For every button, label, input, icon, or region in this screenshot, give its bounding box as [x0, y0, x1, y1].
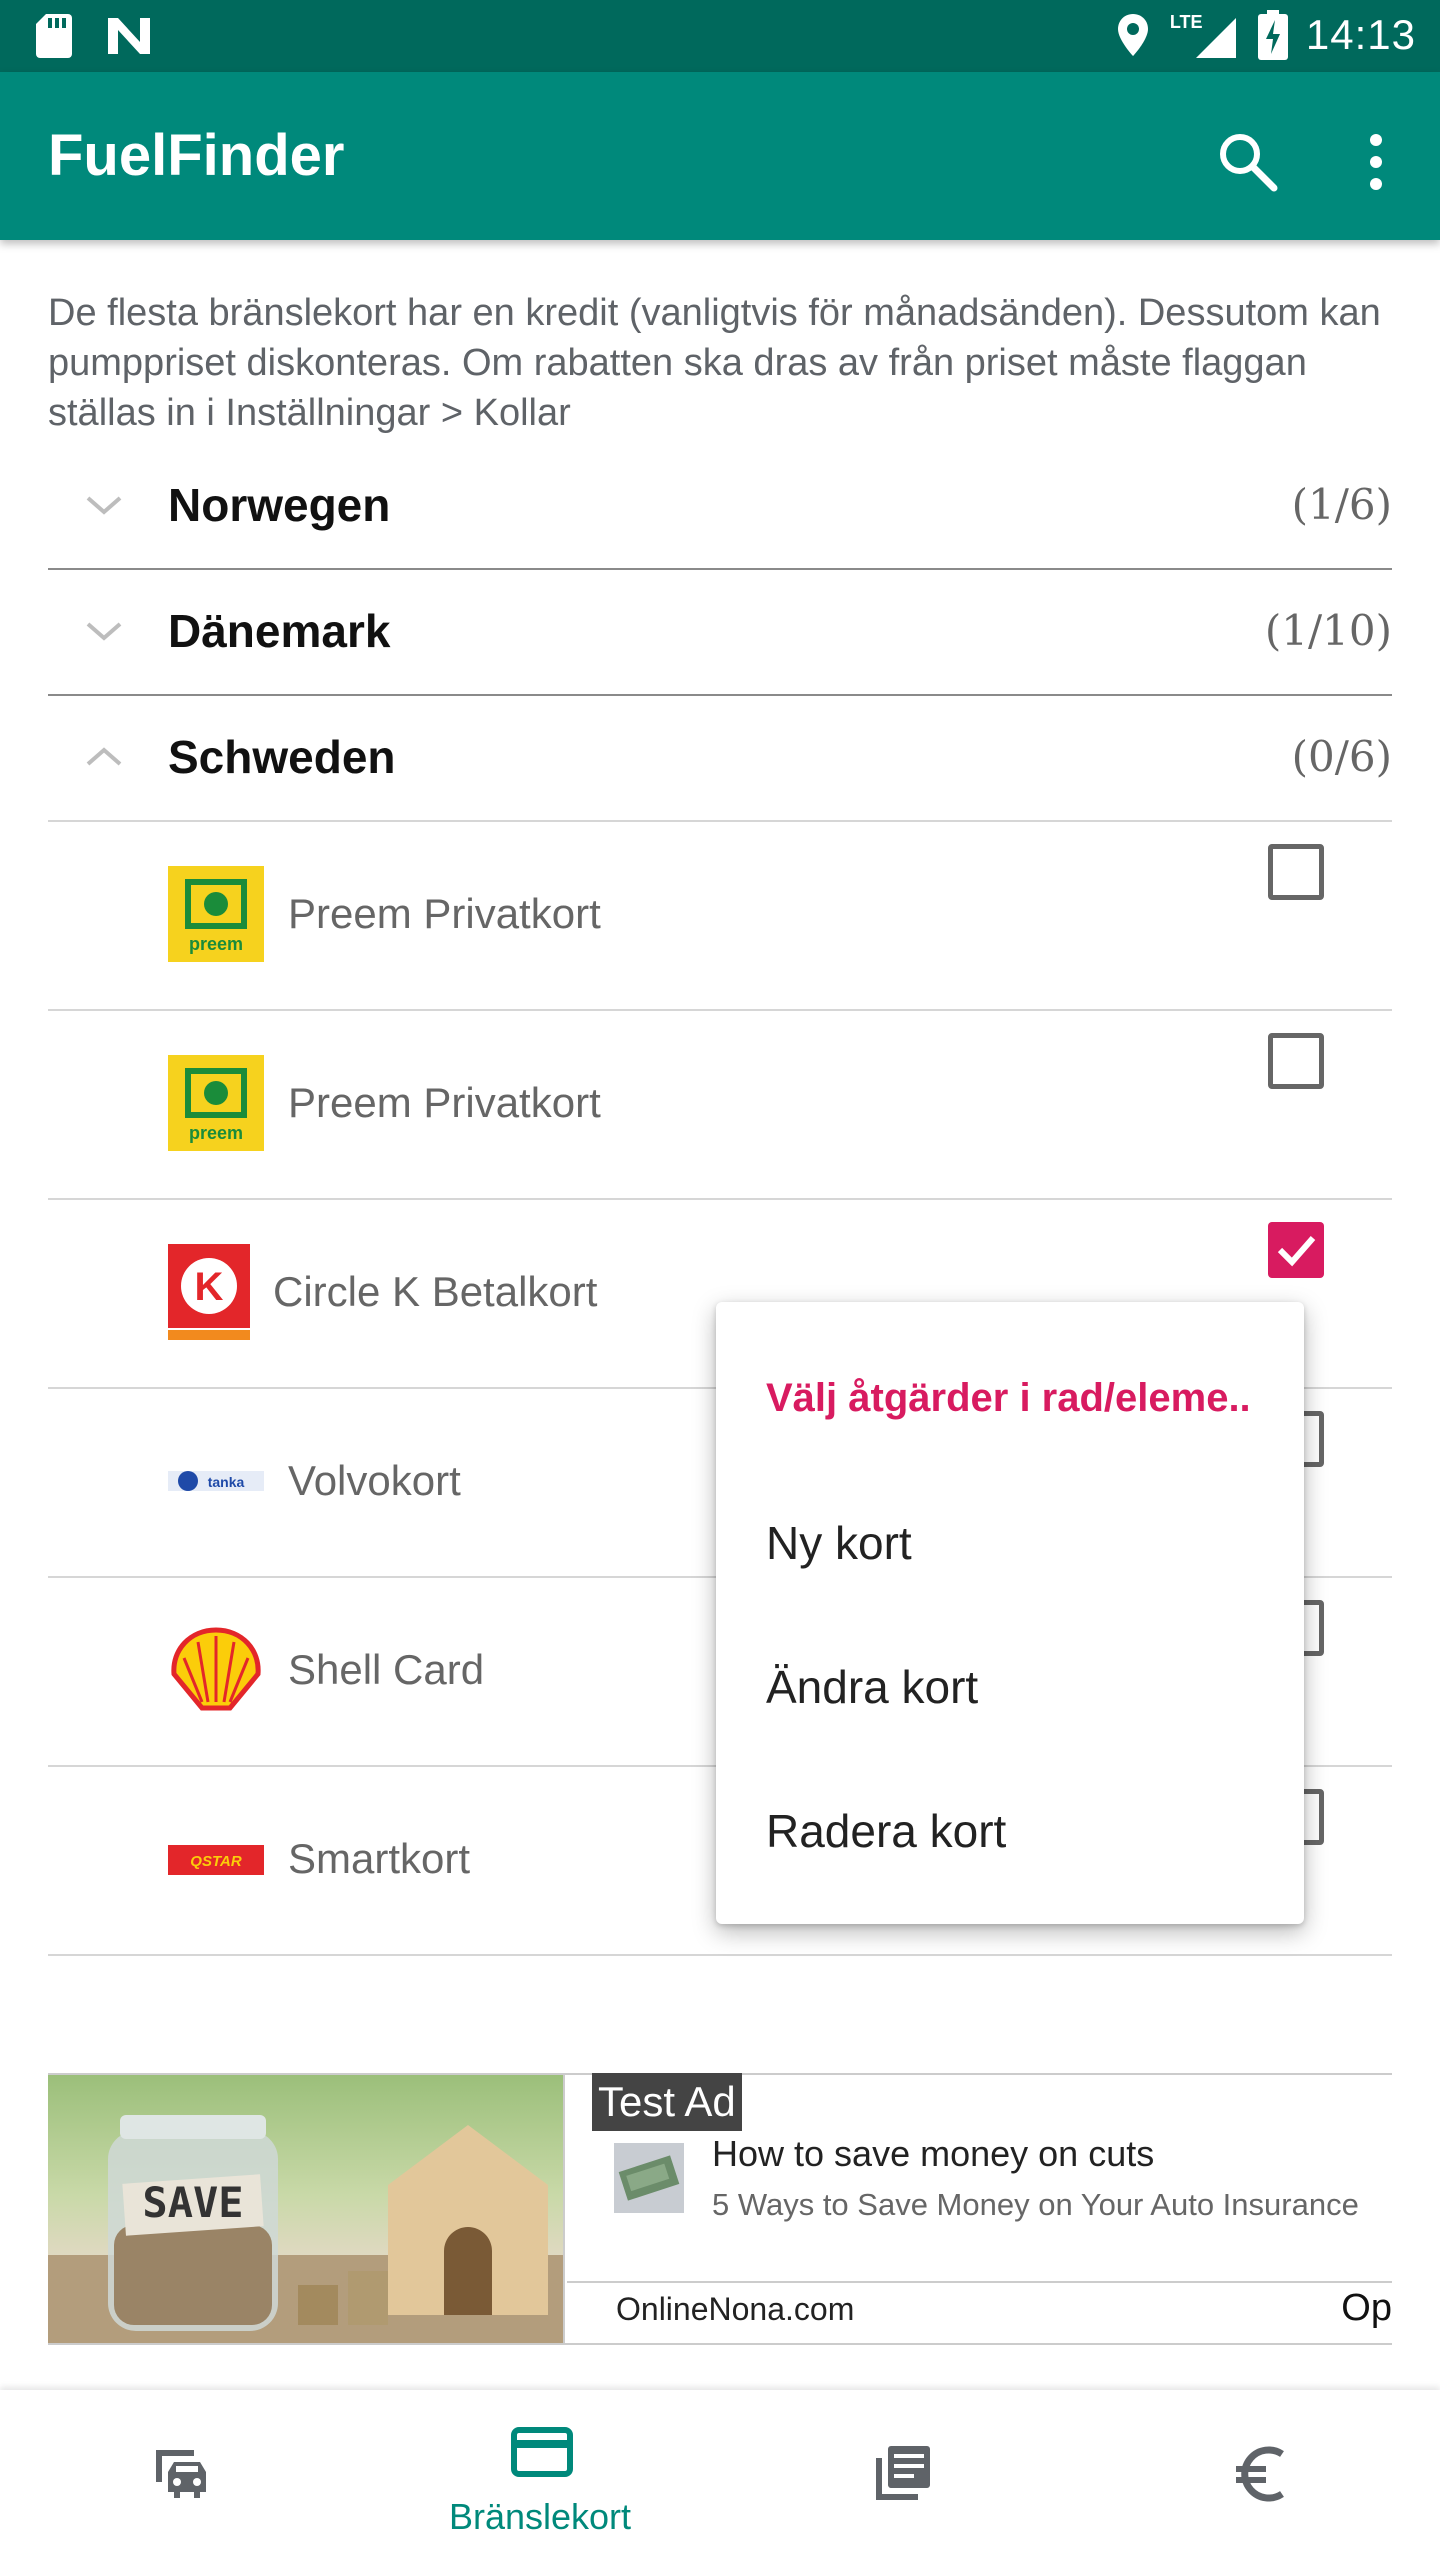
group-count: (1/6) — [1291, 480, 1392, 529]
ad-image[interactable]: SAVE — [48, 2075, 565, 2343]
card-name: Volvokort — [288, 1457, 461, 1504]
ad-domain[interactable]: OnlineNona.com — [616, 2291, 854, 2328]
group-count: (1/10) — [1264, 606, 1392, 655]
chevron-up-icon — [86, 747, 122, 766]
intro-text: De flesta bränslekort har en kredit (van… — [48, 292, 1381, 434]
ad-thumbnail-image — [614, 2143, 684, 2213]
group-count: (0/6) — [1291, 732, 1392, 781]
screen: LTE 14:13 FuelFinder De flesta bränsleko… — [0, 0, 1440, 2560]
shell-logo — [171, 1627, 261, 1711]
preem-logo: preem — [168, 866, 264, 962]
more-vert-icon[interactable] — [1352, 126, 1400, 198]
nav-item-prices[interactable] — [1080, 2390, 1440, 2560]
library-books-icon — [876, 2446, 930, 2500]
check-icon — [1277, 1236, 1316, 1267]
clock: 14:13 — [1305, 11, 1416, 58]
menu-item-delete-card[interactable]: Radera kort — [766, 1804, 1006, 1858]
nav-item-fuel-cards[interactable]: Bränslekort — [360, 2390, 720, 2560]
chevron-down-icon — [86, 622, 122, 641]
card-name: Smartkort — [288, 1835, 471, 1882]
tanka-logo: tanka — [168, 1471, 264, 1491]
group-name: Dänemark — [168, 605, 391, 657]
card-name: Preem Privatkort — [288, 1079, 601, 1126]
qstar-logo: QSTAR — [168, 1845, 264, 1875]
group-header-norwegen[interactable]: Norwegen (1/6) — [48, 444, 1392, 570]
menu-item-edit-card[interactable]: Ändra kort — [766, 1660, 978, 1714]
svg-text:preem: preem — [189, 934, 243, 954]
card-checkbox-checked[interactable] — [1268, 1222, 1324, 1278]
nav-item-list[interactable] — [720, 2390, 1080, 2560]
euro-icon — [1236, 2446, 1284, 2502]
ad-open-button[interactable]: Op — [1341, 2287, 1392, 2330]
svg-text:tanka: tanka — [208, 1474, 245, 1490]
nav-label: Bränslekort — [448, 2496, 632, 2537]
card-name: Circle K Betalkort — [273, 1268, 598, 1315]
car-connected-icon — [156, 2450, 206, 2498]
n-logo-icon — [108, 18, 150, 54]
test-ad-badge: Test Ad — [592, 2073, 742, 2131]
ad-subline[interactable]: 5 Ways to Save Money on Your Auto Insura… — [712, 2187, 1359, 2223]
card-row-preem-2[interactable]: preem Preem Privatkort — [48, 1011, 1392, 1200]
savings-jar-image: SAVE — [48, 2115, 563, 2343]
location-icon — [1117, 14, 1148, 56]
ad-divider — [567, 2281, 1392, 2283]
credit-card-icon — [511, 2427, 573, 2477]
bottom-navigation: Bränslekort — [0, 2390, 1440, 2560]
menu-item-new-card[interactable]: Ny kort — [766, 1516, 912, 1570]
battery-charging-icon — [1257, 10, 1288, 60]
card-checkbox[interactable] — [1268, 844, 1324, 900]
nav-item-stations[interactable] — [0, 2390, 360, 2560]
svg-text:QSTAR: QSTAR — [190, 1853, 242, 1870]
card-name: Preem Privatkort — [288, 890, 601, 937]
sd-card-icon — [36, 14, 72, 58]
context-menu: Välj åtgärder i rad/eleme.. Ny kort Ändr… — [716, 1302, 1304, 1924]
circle-k-logo: K — [168, 1244, 250, 1340]
signal-icon: LTE — [1168, 8, 1240, 62]
chevron-down-icon — [86, 496, 122, 515]
group-header-danemark[interactable]: Dänemark (1/10) — [48, 570, 1392, 696]
card-checkbox[interactable] — [1268, 1033, 1324, 1089]
card-row-preem-1[interactable]: preem Preem Privatkort — [48, 822, 1392, 1011]
group-name: Norwegen — [168, 479, 391, 531]
ad-headline[interactable]: How to save money on cuts — [712, 2133, 1154, 2175]
context-menu-title: Välj åtgärder i rad/eleme.. — [766, 1376, 1251, 1420]
svg-text:preem: preem — [189, 1123, 243, 1143]
group-name: Schweden — [168, 731, 396, 783]
svg-text:SAVE: SAVE — [142, 2178, 243, 2227]
search-icon[interactable] — [1212, 126, 1284, 198]
svg-text:K: K — [195, 1265, 224, 1309]
card-name: Shell Card — [288, 1646, 485, 1693]
app-title: FuelFinder — [48, 123, 345, 188]
group-header-schweden[interactable]: Schweden (0/6) — [48, 696, 1392, 822]
app-bar: FuelFinder — [0, 72, 1440, 240]
status-bar: LTE 14:13 — [0, 0, 1440, 72]
preem-logo: preem — [168, 1055, 264, 1151]
